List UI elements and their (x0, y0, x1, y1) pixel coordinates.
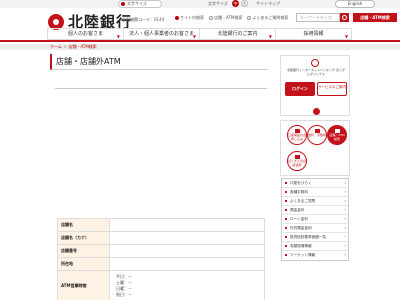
quick-link-open-account[interactable]: 口座開設のお申し込み (287, 125, 307, 145)
nav-underline (0, 40, 400, 42)
table-row: 店舗名（カナ） (57, 231, 265, 245)
map-divider (55, 88, 267, 89)
web-passbook-link[interactable]: Web通帳明細 (301, 100, 331, 135)
row-label: 店舗番号 (57, 244, 110, 258)
row-label: ATM営業時間 (57, 270, 110, 300)
page-title: 店舗・店舗外ATM (50, 54, 268, 70)
chevron-right-icon: › (344, 234, 346, 239)
table-row: 店舗番号 (57, 244, 265, 258)
chevron-right-icon: › (344, 243, 346, 248)
chevron-right-icon: › (344, 180, 346, 185)
utility-bar: 文字サイズ 文字サイズ 中 大 サイトマップ English (0, 0, 400, 8)
row-value (109, 218, 265, 232)
font-size-pill[interactable]: 文字サイズ (118, 0, 162, 8)
chevron-right-icon: › (344, 216, 346, 221)
bullet-icon (285, 245, 287, 247)
search-scope-atm[interactable]: 店舗・ATM検索 (209, 15, 242, 21)
branch-info-table: 店舗名 店舗名（カナ） 店舗番号 所在地 ATM営業時間 平日：－ 土曜：－ 日… (57, 218, 265, 300)
menu-item[interactable]: ローン金利 › (282, 215, 348, 224)
menu-item[interactable]: 外貨預金金利 › (282, 224, 348, 233)
table-row: 店舗名 (57, 218, 265, 232)
row-value (109, 231, 265, 245)
hours-holiday: 祝日：－ (116, 291, 132, 297)
breadcrumb-home[interactable]: ホーム (50, 44, 62, 49)
quick-link-investment[interactable]: ほくぎんの資産運用 (287, 151, 307, 171)
font-size-icon (121, 2, 125, 6)
row-label: 店舗名 (57, 218, 110, 232)
bullet-icon (285, 254, 287, 256)
map-area[interactable] (55, 90, 267, 208)
bullet-icon (285, 182, 287, 184)
nav-item-personal[interactable]: 個人のお客さま ▼ (47, 29, 124, 39)
bullet-icon (285, 218, 287, 220)
font-size-label: 文字サイズ (208, 1, 228, 6)
quick-link-atm[interactable]: 店舗・ATM検索 (327, 125, 347, 145)
search-scope-site[interactable]: サイト内検索 (175, 15, 204, 21)
search-icon[interactable] (340, 13, 349, 22)
nav-item-recruit[interactable]: 採用情報 ▼ (276, 29, 352, 39)
radio-icon (247, 16, 252, 20)
bullet-icon (285, 236, 287, 238)
row-value (109, 244, 265, 258)
radio-icon (209, 16, 213, 20)
search-input[interactable]: キーワードを入力 (296, 13, 340, 22)
menu-item[interactable]: 預金金利 › (282, 206, 348, 215)
service-guide-button[interactable]: サービスのご案内 (317, 82, 347, 96)
row-label: 店舗名（カナ） (57, 231, 110, 245)
nav-item-about[interactable]: 北陸銀行のご案内 ▼ (200, 29, 276, 39)
nav-item-business[interactable]: 法人・個人事業者のお客さま ▼ (124, 29, 200, 39)
chevron-right-icon: › (344, 252, 346, 257)
menu-item[interactable]: 各種手数料 › (282, 188, 348, 197)
bank-logo-small-icon (311, 59, 319, 67)
sitemap-link[interactable]: サイトマップ (256, 1, 280, 7)
atm-search-button[interactable]: 店舗・ATM検索 (353, 13, 397, 22)
quick-link-rates[interactable]: 金利・手数料 (307, 125, 327, 145)
chevron-right-icon: › (344, 207, 346, 212)
table-row: 所在地 (57, 257, 265, 271)
internet-banking-box: 北陸銀行インターネットバンキング ほくぎんダイレクト ログイン サービスのご案内… (280, 55, 350, 135)
bank-code: 金融機関コード：0144 (122, 17, 165, 22)
font-pill-label: 文字サイズ (127, 1, 147, 6)
menu-item[interactable]: 為替相場情報 › (282, 242, 348, 251)
menu-item[interactable]: よくあるご質問 › (282, 197, 348, 206)
global-nav: 個人のお客さま ▼ 法人・個人事業者のお客さま ▼ 北陸銀行のご案内 ▼ 採用情報 ▼ (47, 28, 352, 40)
font-size-large-button[interactable]: 大 (241, 0, 248, 7)
bullet-icon (285, 209, 287, 211)
side-menu: 口座をひらく › 各種手数料 › よくあるご質問 › 預金金利 › ローン金利 › 外貨預… (281, 178, 349, 261)
menu-item[interactable]: 投資信託基準価額一覧 › (282, 233, 348, 242)
font-size-medium-button[interactable]: 中 (232, 0, 239, 7)
quick-links: 口座開設のお申し込み 金利・手数料 店舗・ATM検索 ほくぎんの資産運用 (280, 120, 350, 176)
radio-selected-icon (175, 16, 179, 20)
internet-banking-banner[interactable]: 北陸銀行インターネットバンキング ほくぎんダイレクト (287, 58, 345, 78)
chevron-right-icon: › (344, 198, 346, 203)
banner-text: 北陸銀行インターネットバンキング ほくぎんダイレクト (287, 68, 346, 76)
language-button[interactable]: English (335, 0, 375, 8)
bullet-icon (285, 227, 287, 229)
menu-item[interactable]: マーケット情報 › (282, 251, 348, 260)
passbook-icon (312, 108, 320, 115)
bullet-icon (285, 191, 287, 193)
row-label: 所在地 (57, 257, 110, 271)
table-row: ATM営業時間 平日：－ 土曜：－ 日曜：－ 祝日：－ (57, 270, 265, 300)
search-scope-options: サイト内検索 店舗・ATM検索 よくあるご質問検索 (175, 15, 288, 21)
row-value: 平日：－ 土曜：－ 日曜：－ 祝日：－ (109, 270, 265, 300)
row-value (109, 257, 265, 271)
breadcrumb-section[interactable]: 店舗・ATM検索 (68, 44, 96, 49)
breadcrumb-separator: ＞ (63, 44, 68, 49)
chevron-right-icon: › (344, 189, 346, 194)
bullet-icon (285, 200, 287, 202)
search-scope-faq[interactable]: よくあるご質問検索 (247, 15, 288, 21)
menu-item[interactable]: 口座をひらく › (282, 179, 348, 188)
chevron-right-icon: › (344, 225, 346, 230)
breadcrumb: ホーム ＞ 店舗・ATM検索 (50, 44, 97, 50)
login-button[interactable]: ログイン (285, 82, 315, 96)
